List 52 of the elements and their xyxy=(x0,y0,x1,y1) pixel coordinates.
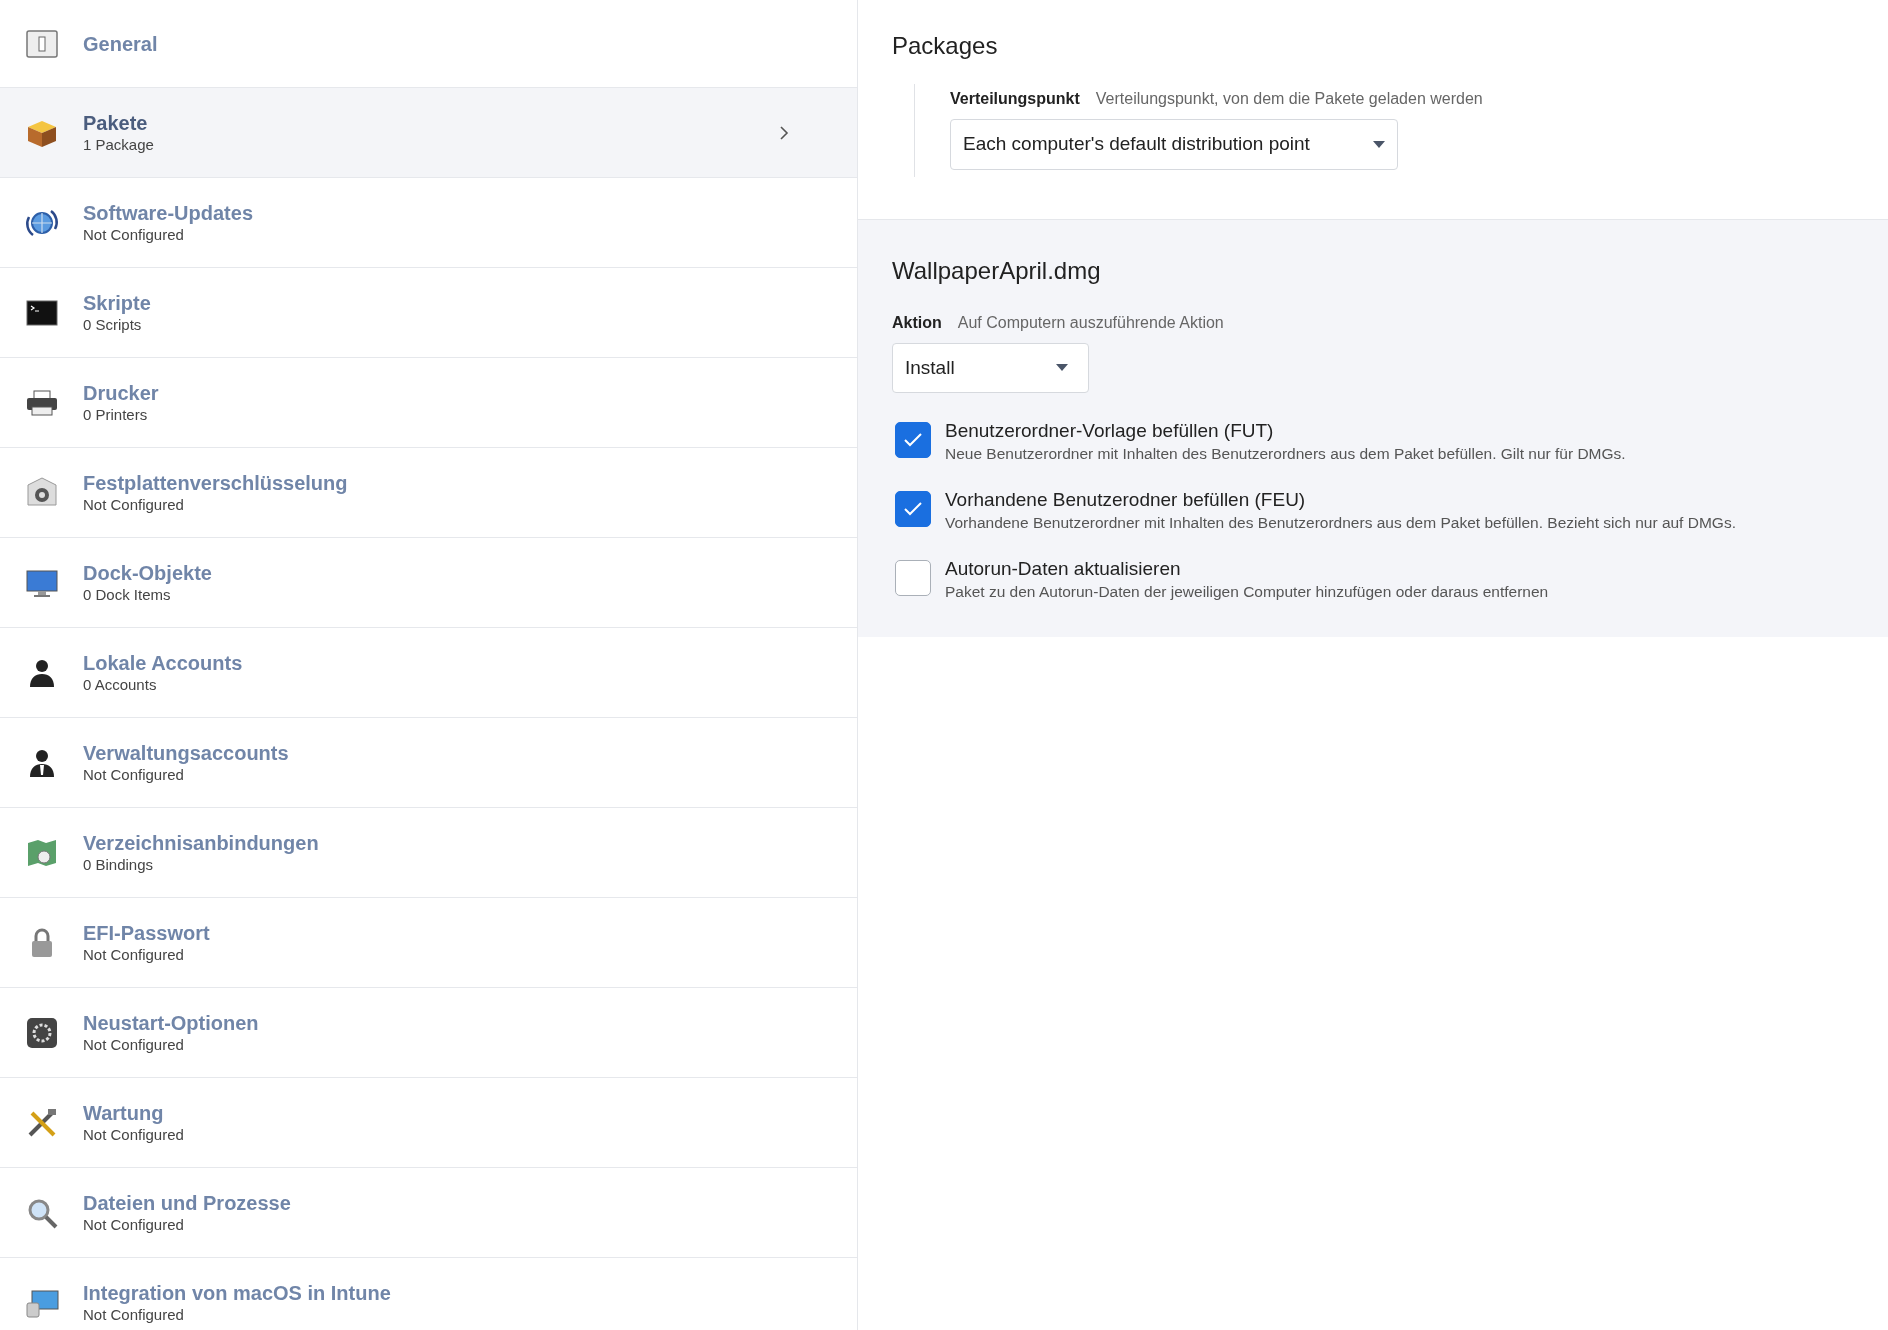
distribution-dropdown[interactable]: Each computer's default distribution point xyxy=(950,119,1398,170)
field-label: Aktion xyxy=(892,313,942,333)
item-title: Dateien und Prozesse xyxy=(83,1191,292,1215)
option-label: Autorun-Daten aktualisieren xyxy=(945,557,1182,581)
item-title: Festplattenverschlüsselung xyxy=(83,471,349,495)
checkmark-icon xyxy=(904,433,922,447)
item-title: Dock-Objekte xyxy=(83,561,213,585)
chevron-icon xyxy=(779,124,789,141)
item-subtitle: Not Configured xyxy=(83,495,185,514)
item-subtitle: Not Configured xyxy=(83,945,185,964)
item-subtitle: 0 Accounts xyxy=(83,675,158,694)
item-subtitle: 0 Printers xyxy=(83,405,149,424)
caret-icon xyxy=(1056,364,1068,372)
checkbox[interactable] xyxy=(895,560,931,596)
item-subtitle: 0 Dock Items xyxy=(83,585,172,604)
item-subtitle: 0 Bindings xyxy=(83,855,155,874)
item-title: Drucker xyxy=(83,381,160,405)
field-hint: Auf Computern auszuführende Aktion xyxy=(957,313,1224,333)
section-title: Packages xyxy=(892,31,998,61)
item-subtitle: 0 Scripts xyxy=(83,315,143,334)
item-title: Integration von macOS in Intune xyxy=(83,1281,392,1305)
item-title: Pakete xyxy=(83,111,149,135)
item-subtitle: Not Configured xyxy=(83,1215,185,1234)
checkbox[interactable] xyxy=(895,422,931,458)
option-description: Neue Benutzerordner mit Inhalten des Benutzerordners aus dem Paket befüllen. Gilt nur für DMGs. xyxy=(945,444,1626,464)
field-label: Verteilungspunkt xyxy=(950,89,1080,109)
item-title: Verwaltungsaccounts xyxy=(83,741,290,765)
option-description: Paket zu den Autorun-Daten der jeweiligen Computer hinzufügen oder daraus entfernen xyxy=(945,582,1549,602)
item-subtitle: 1 Package xyxy=(83,135,155,154)
sidebar-item[interactable]: Pakete 1 Package xyxy=(0,88,857,178)
item-subtitle: Not Configured xyxy=(83,1035,185,1054)
package-title: WallpaperApril.dmg xyxy=(892,256,1101,286)
checkbox[interactable] xyxy=(895,491,931,527)
caret-icon xyxy=(1373,140,1385,149)
checkmark-icon xyxy=(904,502,922,516)
action-dropdown[interactable]: Install xyxy=(892,343,1089,393)
item-title: General xyxy=(83,31,159,56)
option-label: Benutzerordner-Vorlage befüllen (FUT) xyxy=(945,419,1275,443)
item-subtitle: Not Configured xyxy=(83,225,185,244)
item-title: Verzeichnisanbindungen xyxy=(83,831,320,855)
field-hint: Verteilungspunkt, von dem die Pakete geladen werden xyxy=(1095,89,1483,109)
item-title: Software-Updates xyxy=(83,201,255,225)
item-subtitle: Not Configured xyxy=(83,1125,185,1144)
item-title: Wartung xyxy=(83,1101,165,1125)
item-title: Lokale Accounts xyxy=(83,651,244,675)
option-description: Vorhandene Benutzerordner mit Inhalten des Benutzerordners aus dem Paket befüllen. Bezieht sich nur auf DMGs. xyxy=(945,513,1736,533)
item-title: Neustart-Optionen xyxy=(83,1011,260,1035)
item-subtitle: Not Configured xyxy=(83,765,185,784)
item-subtitle: Not Configured xyxy=(83,1305,185,1324)
item-title: Skripte xyxy=(83,291,152,315)
option-label: Vorhandene Benutzerodner befüllen (FEU) xyxy=(945,488,1307,512)
item-title: EFI-Passwort xyxy=(83,921,211,945)
